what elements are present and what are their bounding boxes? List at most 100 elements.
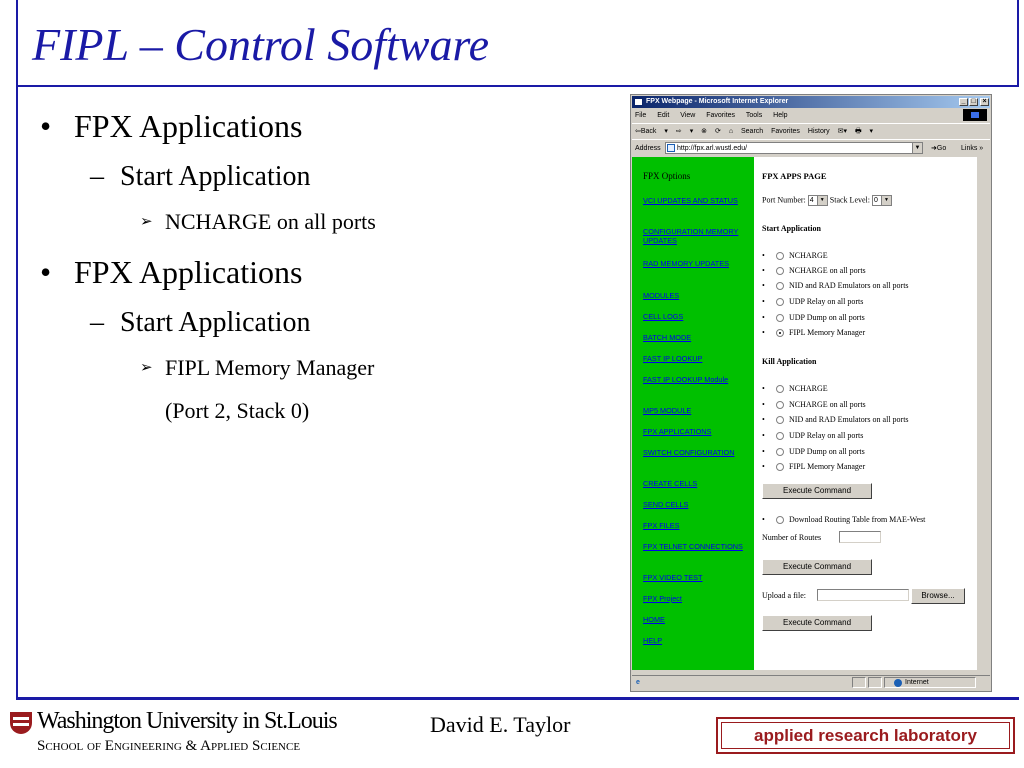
sidebar-link-create-cells[interactable]: CREATE CELLS (643, 479, 747, 489)
frame-left-rule (16, 87, 18, 699)
list-bullet: • (762, 515, 765, 524)
radio-button[interactable] (776, 385, 784, 393)
stack-label: Stack Level: (829, 195, 870, 205)
sidebar-link-batch-mode[interactable]: BATCH MODE (643, 333, 747, 343)
internet-zone: Internet (892, 677, 929, 688)
apps-form: FPX APPS PAGE Port Number: 4 Stack Level… (762, 157, 974, 670)
maximize-button[interactable]: □ (969, 98, 978, 106)
radio-button[interactable] (776, 463, 784, 471)
browse-button[interactable]: Browse... (911, 588, 965, 604)
upload-label: Upload a file: (762, 591, 806, 600)
vertical-scrollbar[interactable] (976, 157, 990, 670)
sidebar-link-fpx-telnet[interactable]: FPX TELNET CONNECTIONS (643, 542, 747, 552)
radio-button[interactable] (776, 267, 784, 275)
menu-edit[interactable]: Edit (657, 112, 669, 119)
sidebar-link-configuration-memory[interactable]: CONFIGURATION MEMORY UPDATES (643, 227, 747, 245)
option-label: NID and RAD Emulators on all ports (789, 281, 909, 290)
radio-button[interactable] (776, 516, 784, 524)
address-dropdown-icon[interactable]: ▼ (912, 143, 922, 153)
page-content: FPX Options VCI UPDATES AND STATUS CONFI… (632, 157, 976, 670)
arrow-bullet-icon: ➢ (140, 212, 153, 230)
windows-logo-icon (963, 109, 987, 121)
forward-button[interactable]: ⇨ (676, 128, 682, 135)
back-dropdown-icon[interactable]: ▾ (664, 128, 668, 135)
edit-dropdown-icon[interactable]: ▾ (870, 128, 874, 135)
refresh-button[interactable]: ⟳ (715, 128, 721, 135)
execute-command-button[interactable]: Execute Command (762, 559, 872, 575)
list-bullet: • (762, 328, 765, 337)
list-bullet: • (762, 266, 765, 275)
option-label: NCHARGE (789, 384, 828, 393)
go-button[interactable]: ➜Go (931, 142, 946, 155)
sidebar-link-fpx-applications[interactable]: FPX APPLICATIONS (643, 427, 747, 437)
address-value: http://fpx.arl.wustl.edu/ (677, 145, 748, 152)
bullet-text: FPX Applications (74, 108, 303, 144)
radio-button[interactable] (776, 252, 784, 260)
address-input[interactable]: http://fpx.arl.wustl.edu/ ▼ (665, 142, 923, 154)
radio-button[interactable] (776, 448, 784, 456)
standard-toolbar: ⇦Back ▾ ⇨ ▾ ⊗ ⟳ ⌂ Search Favorites Histo… (635, 126, 987, 138)
browser-title-bar: FPX Webpage - Microsoft Internet Explore… (632, 96, 990, 108)
minimize-button[interactable]: _ (959, 98, 968, 106)
print-button[interactable]: 🖶 (855, 128, 862, 135)
bullet-marker: – (90, 161, 104, 192)
sidebar-link-cell-logs[interactable]: CELL LOGS (643, 312, 747, 322)
bullet-marker: – (90, 307, 104, 338)
execute-command-button[interactable]: Execute Command (762, 615, 872, 631)
history-button[interactable]: History (808, 128, 830, 135)
sidebar-link-fpx-project[interactable]: FPX Project (643, 594, 747, 604)
radio-button[interactable] (776, 401, 784, 409)
go-label: Go (936, 145, 947, 152)
ie-app-icon (634, 98, 643, 106)
option-label: Download Routing Table from MAE-West (789, 515, 926, 524)
port-label: Port Number: (762, 195, 806, 205)
back-button[interactable]: ⇦Back (635, 128, 656, 135)
radio-button[interactable] (776, 416, 784, 424)
favorites-button[interactable]: Favorites (771, 128, 800, 135)
status-cell (852, 677, 866, 688)
option-label: NCHARGE (789, 251, 828, 260)
forward-dropdown-icon[interactable]: ▾ (690, 128, 694, 135)
browser-window: FPX Webpage - Microsoft Internet Explore… (630, 94, 992, 692)
menu-help[interactable]: Help (773, 112, 787, 119)
radio-button[interactable] (776, 432, 784, 440)
author-name: David E. Taylor (430, 712, 571, 737)
sidebar-link-rad-memory[interactable]: RAD MEMORY UPDATES (643, 259, 747, 269)
close-button[interactable]: × (980, 98, 989, 106)
sidebar-link-vci-updates[interactable]: VCI UPDATES AND STATUS (643, 196, 747, 206)
slide-title: FIPL – Control Software (32, 19, 490, 70)
list-bullet: • (762, 313, 765, 322)
radio-button[interactable] (776, 314, 784, 322)
sidebar-link-home[interactable]: HOME (643, 615, 747, 625)
search-button[interactable]: Search (741, 128, 763, 135)
menu-view[interactable]: View (680, 112, 695, 119)
sidebar-link-help[interactable]: HELP (643, 636, 747, 646)
sidebar-link-mp5-module[interactable]: MP5 MODULE (643, 406, 747, 416)
sidebar-link-fpx-video-test[interactable]: FPX VIDEO TEST (643, 573, 747, 583)
upload-file-input[interactable] (817, 589, 909, 601)
menu-tools[interactable]: Tools (746, 112, 762, 119)
option-label: UDP Dump on all ports (789, 313, 865, 322)
frame-bottom-rule (16, 697, 1019, 700)
sidebar-link-modules[interactable]: MODULES (643, 291, 747, 301)
bullet-marker: • (40, 254, 52, 290)
sidebar-link-fast-ip-lookup-module[interactable]: FAST IP LOOKUP Module (643, 375, 747, 385)
sidebar-link-fpx-files[interactable]: FPX FILES (643, 521, 747, 531)
stack-level-select[interactable]: 0 (872, 195, 892, 206)
menu-file[interactable]: File (635, 112, 646, 119)
sidebar-link-fast-ip-lookup[interactable]: FAST IP LOOKUP (643, 354, 747, 364)
sidebar-link-send-cells[interactable]: SEND CELLS (643, 500, 747, 510)
number-of-routes-input[interactable] (839, 531, 881, 543)
links-button[interactable]: Links » (961, 142, 983, 155)
page-done-icon: e (636, 679, 640, 686)
execute-command-button[interactable]: Execute Command (762, 483, 872, 499)
sidebar-link-switch-configuration[interactable]: SWITCH CONFIGURATION (643, 448, 747, 458)
home-button[interactable]: ⌂ (729, 128, 733, 135)
radio-button[interactable] (776, 298, 784, 306)
port-number-select[interactable]: 4 (807, 195, 828, 206)
menu-favorites[interactable]: Favorites (706, 112, 735, 119)
radio-button[interactable] (776, 282, 784, 290)
stop-button[interactable]: ⊗ (701, 128, 707, 135)
mail-button[interactable]: ✉▾ (838, 128, 847, 135)
radio-button-selected[interactable] (776, 329, 784, 337)
